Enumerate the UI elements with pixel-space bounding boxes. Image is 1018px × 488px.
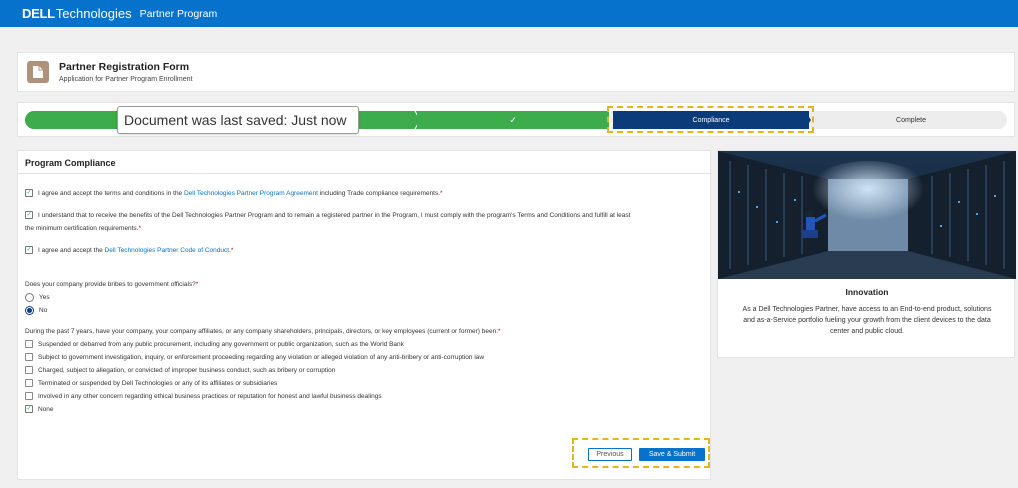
history-option: Involved in any other concern regarding …	[25, 390, 382, 403]
step-2[interactable]: ✓	[417, 111, 609, 129]
bribe-question: Does your company provide bribes to gove…	[25, 281, 199, 288]
radio-yes[interactable]	[25, 293, 34, 302]
innovation-card: Innovation As a Dell Technologies Partne…	[717, 150, 1016, 358]
datacenter-image	[718, 151, 1016, 279]
agreement-checkbox-2[interactable]: ✓	[25, 211, 33, 219]
history-checkbox-none[interactable]: ✓	[25, 405, 33, 413]
page-title: Partner Registration Form	[59, 61, 190, 73]
document-icon	[27, 61, 49, 83]
step-complete[interactable]: Complete	[815, 111, 1007, 129]
history-checkbox[interactable]	[25, 366, 33, 374]
innovation-title: Innovation	[845, 287, 889, 297]
section-title: Program Compliance	[25, 158, 116, 168]
history-option: Subject to government investigation, inq…	[25, 351, 484, 364]
agreement-checkbox-1[interactable]: ✓	[25, 189, 33, 197]
history-checkbox[interactable]	[25, 353, 33, 361]
agreement-checkbox-3[interactable]: ✓	[25, 246, 33, 254]
innovation-text: As a Dell Technologies Partner, have acc…	[742, 306, 992, 335]
checkmark-icon: ✓	[509, 114, 517, 125]
radio-no[interactable]	[25, 306, 34, 315]
agreement-row-1: ✓ I agree and accept the terms and condi…	[25, 189, 443, 197]
highlight-action-buttons	[572, 438, 710, 468]
compliance-form: Program Compliance ✓ I agree and accept …	[17, 150, 712, 480]
agreement-row-2: ✓ I understand that to receive the benef…	[25, 211, 631, 219]
divider	[18, 173, 712, 174]
last-saved-tooltip: Document was last saved: Just now	[117, 106, 359, 134]
brand-program-label: Partner Program	[139, 7, 218, 20]
radio-yes-row: Yes	[25, 291, 50, 304]
history-option-none: ✓ None	[25, 405, 54, 413]
history-checkbox[interactable]	[25, 340, 33, 348]
history-option: Suspended or debarred from any public pr…	[25, 338, 404, 351]
form-header: Partner Registration Form Application fo…	[17, 52, 1015, 92]
code-of-conduct-link[interactable]: Dell Technologies Partner Code of Conduc…	[105, 247, 231, 254]
top-bar: DELL Technologies Partner Program	[0, 0, 1018, 27]
partner-agreement-link[interactable]: Dell Technologies Partner Program Agreem…	[184, 190, 318, 197]
history-checkbox[interactable]	[25, 392, 33, 400]
highlight-compliance-step	[607, 106, 814, 133]
agreement-row-3: ✓ I agree and accept the Dell Technologi…	[25, 246, 234, 254]
history-checkbox[interactable]	[25, 379, 33, 387]
page-subtitle: Application for Partner Program Enrollme…	[59, 76, 193, 83]
dell-logo[interactable]: DELL	[22, 6, 55, 21]
radio-no-row: No	[25, 304, 47, 317]
brand-technologies: Technologies	[55, 6, 132, 21]
agreement-row-2-cont: the minimum certification requirements.*	[25, 225, 141, 232]
history-option: Terminated or suspended by Dell Technolo…	[25, 377, 277, 390]
history-option: Charged, subject to allegation, or convi…	[25, 364, 335, 377]
history-question: During the past 7 years, have your compa…	[25, 328, 501, 335]
